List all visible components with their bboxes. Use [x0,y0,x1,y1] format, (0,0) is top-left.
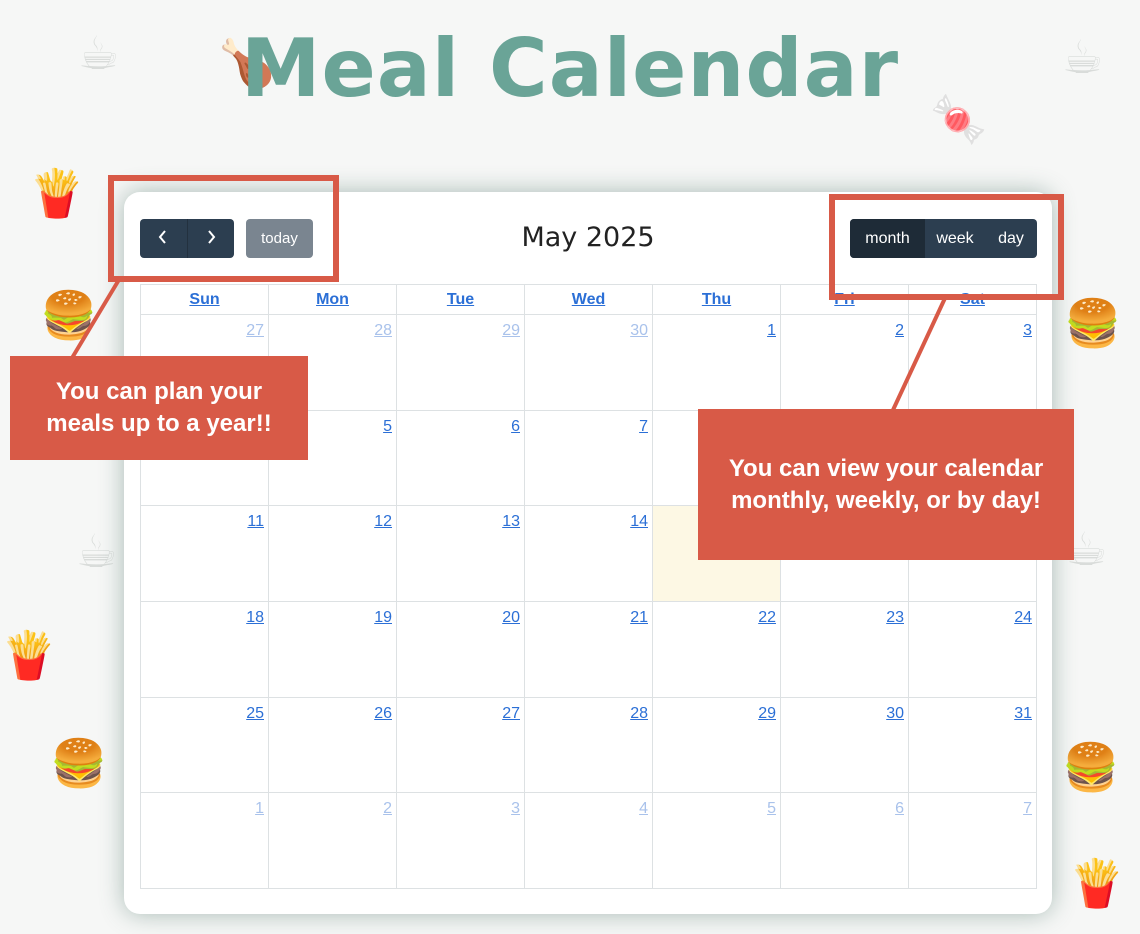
day-number-link[interactable]: 27 [246,322,264,340]
day-number-link[interactable]: 27 [502,705,520,723]
day-number-link[interactable]: 3 [1023,322,1032,340]
weekday-header[interactable]: Thu [652,284,781,315]
page-title: Meal Calendar [240,22,900,115]
burger-icon: 🍔 [40,288,98,342]
day-number-link[interactable]: 29 [502,322,520,340]
day-cell[interactable]: 29 [652,696,781,794]
day-number-link[interactable]: 11 [247,513,264,531]
day-cell[interactable]: 28 [524,696,653,794]
day-number-link[interactable]: 2 [383,800,392,818]
day-number-link[interactable]: 14 [630,513,648,531]
day-cell[interactable]: 12 [268,505,397,603]
day-cell[interactable]: 19 [268,601,397,698]
fries-icon: 🍟 [0,628,58,682]
week-row: 18 19 20 21 22 23 24 [140,601,1037,698]
view-highlight-box [829,194,1064,300]
day-cell[interactable]: 13 [396,505,525,603]
weekday-header[interactable]: Wed [524,284,653,315]
day-number-link[interactable]: 18 [246,609,264,627]
day-cell[interactable]: 23 [780,601,909,698]
day-cell[interactable]: 30 [524,314,653,411]
day-cell[interactable]: 1 [140,792,269,890]
day-number-link[interactable]: 20 [502,609,520,627]
burger-icon: 🍔 [1062,740,1120,794]
week-row: 1 2 3 4 5 6 7 [140,792,1037,890]
day-cell[interactable]: 26 [268,696,397,794]
day-number-link[interactable]: 28 [374,322,392,340]
day-number-link[interactable]: 30 [630,322,648,340]
day-number-link[interactable]: 12 [374,513,392,531]
weekday-label[interactable]: Tue [447,291,474,308]
day-number-link[interactable]: 21 [630,609,648,627]
day-cell[interactable]: 11 [140,505,269,603]
day-cell[interactable]: 21 [524,601,653,698]
day-cell[interactable]: 5 [652,792,781,890]
day-cell[interactable]: 22 [652,601,781,698]
weekday-header[interactable]: Sun [140,284,269,315]
day-number-link[interactable]: 7 [639,418,648,436]
day-number-link[interactable]: 25 [246,705,264,723]
day-number-link[interactable]: 7 [1023,800,1032,818]
fries-icon: 🍟 [28,166,86,220]
day-cell[interactable]: 29 [396,314,525,411]
day-number-link[interactable]: 23 [886,609,904,627]
day-cell[interactable]: 1 [652,314,781,411]
day-cell[interactable]: 30 [780,696,909,794]
day-cell[interactable]: 27 [396,696,525,794]
fries-icon: 🍟 [1068,856,1126,910]
weekday-header[interactable]: Mon [268,284,397,315]
day-cell[interactable]: 2 [268,792,397,890]
day-number-link[interactable]: 3 [511,800,520,818]
day-number-link[interactable]: 28 [630,705,648,723]
day-cell[interactable]: 3 [908,314,1037,411]
day-cell[interactable]: 6 [780,792,909,890]
day-cell[interactable]: 25 [140,696,269,794]
day-number-link[interactable]: 31 [1014,705,1032,723]
day-cell[interactable]: 24 [908,601,1037,698]
weekday-label[interactable]: Thu [702,291,731,308]
weekday-label[interactable]: Wed [572,291,605,308]
day-cell[interactable]: 14 [524,505,653,603]
day-number-link[interactable]: 24 [1014,609,1032,627]
week-row: 25 26 27 28 29 30 31 [140,696,1037,794]
weekday-header[interactable]: Tue [396,284,525,315]
day-cell[interactable]: 20 [396,601,525,698]
weekday-label[interactable]: Sun [189,291,219,308]
nav-highlight-box [108,175,339,282]
day-cell[interactable]: 3 [396,792,525,890]
day-number-link[interactable]: 6 [895,800,904,818]
left-callout: You can plan your meals up to a year!! [10,356,308,460]
day-number-link[interactable]: 2 [895,322,904,340]
day-number-link[interactable]: 5 [383,418,392,436]
burger-icon: 🍔 [1064,296,1122,350]
day-cell[interactable]: 7 [524,409,653,507]
day-cell[interactable]: 18 [140,601,269,698]
day-cell[interactable]: 6 [396,409,525,507]
day-cell[interactable]: 2 [780,314,909,411]
day-number-link[interactable]: 29 [758,705,776,723]
day-number-link[interactable]: 19 [374,609,392,627]
day-number-link[interactable]: 13 [502,513,520,531]
day-number-link[interactable]: 5 [767,800,776,818]
day-number-link[interactable]: 4 [639,800,648,818]
day-number-link[interactable]: 30 [886,705,904,723]
day-number-link[interactable]: 1 [767,322,776,340]
day-number-link[interactable]: 6 [511,418,520,436]
day-number-link[interactable]: 26 [374,705,392,723]
day-number-link[interactable]: 22 [758,609,776,627]
coffee-cup-icon: ☕ [76,524,118,578]
day-cell[interactable]: 4 [524,792,653,890]
burger-icon: 🍔 [50,736,108,790]
weekday-label[interactable]: Mon [316,291,349,308]
day-cell[interactable]: 7 [908,792,1037,890]
right-callout: You can view your calendar monthly, week… [698,409,1074,560]
day-number-link[interactable]: 1 [255,800,264,818]
day-cell[interactable]: 31 [908,696,1037,794]
